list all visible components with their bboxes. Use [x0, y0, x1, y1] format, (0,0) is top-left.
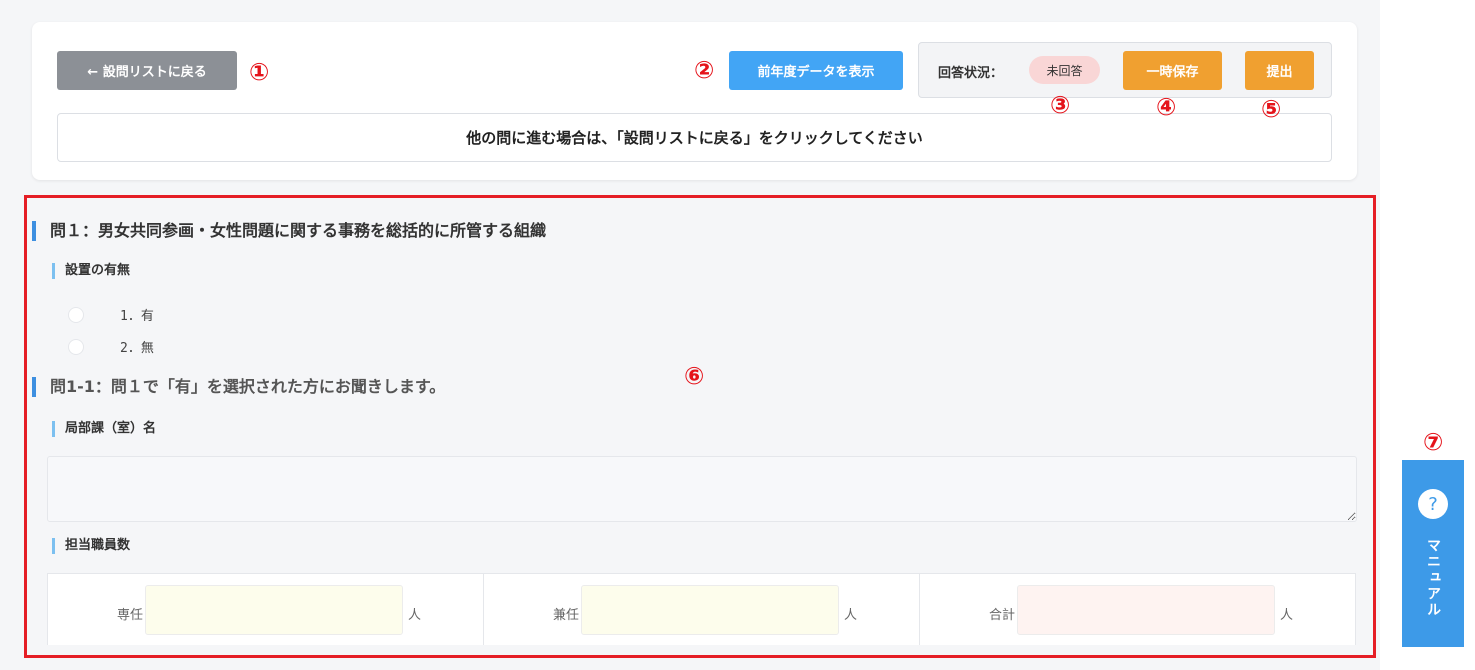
radio-option-yes[interactable]: 1．有 [68, 305, 154, 324]
question-icon: ? [1418, 489, 1448, 519]
staff-cell-kennin: 兼任 人 [484, 574, 920, 645]
radio-option-no[interactable]: 2．無 [68, 337, 154, 356]
manual-button[interactable]: ? マニュアル [1402, 460, 1464, 647]
annotation-marker-1: ① [249, 58, 270, 86]
radio-button[interactable] [68, 338, 84, 355]
temp-save-button[interactable]: 一時保存 [1123, 51, 1222, 90]
question-1-1-title: 問1-1：問１で「有」を選択された方にお聞きします。 [32, 377, 445, 397]
status-label: 回答状況： [938, 66, 1004, 81]
annotation-marker-7: ⑦ [1423, 428, 1444, 456]
installation-subtitle: 設置の有無 [52, 263, 130, 279]
senin-input[interactable] [145, 585, 403, 635]
staff-label: 専任 [116, 608, 143, 623]
staff-label: 合計 [988, 608, 1015, 623]
submit-button[interactable]: 提出 [1245, 51, 1314, 90]
dept-name-label: 局部課（室）名 [52, 421, 156, 437]
annotation-marker-6: ⑥ [684, 362, 705, 390]
navigation-notice: 他の問に進む場合は、「設問リストに戻る」をクリックしてください [57, 113, 1332, 162]
radio-label: 2．無 [120, 341, 154, 356]
status-panel: 回答状況： 未回答 一時保存 提出 [918, 42, 1332, 98]
staff-label: 兼任 [552, 608, 579, 623]
kennin-input[interactable] [581, 585, 839, 635]
annotation-marker-3: ③ [1050, 91, 1071, 119]
unit-label: 人 [844, 608, 858, 623]
staff-cell-total: 合計 人 [920, 574, 1355, 645]
dept-name-textarea[interactable] [47, 456, 1357, 522]
radio-button[interactable] [68, 306, 84, 323]
staff-cell-senin: 専任 人 [48, 574, 484, 645]
back-to-list-button[interactable]: ← 設問リストに戻る [57, 51, 237, 90]
staff-count-table: 専任 人 兼任 人 合計 人 [47, 573, 1356, 645]
radio-label: 1．有 [120, 309, 154, 324]
total-input[interactable] [1017, 585, 1275, 635]
question-1-title: 問１：男女共同参画・女性問題に関する事務を総括的に所管する組織 [32, 221, 546, 241]
unit-label: 人 [408, 608, 422, 623]
show-prev-year-button[interactable]: 前年度データを表示 [729, 51, 903, 90]
status-badge: 未回答 [1029, 56, 1100, 84]
annotation-marker-5: ⑤ [1261, 95, 1282, 123]
unit-label: 人 [1280, 608, 1294, 623]
manual-label: マニュアル [1425, 538, 1441, 618]
staff-count-label: 担当職員数 [52, 538, 130, 554]
annotation-marker-4: ④ [1156, 93, 1177, 121]
annotation-marker-2: ② [694, 56, 715, 84]
